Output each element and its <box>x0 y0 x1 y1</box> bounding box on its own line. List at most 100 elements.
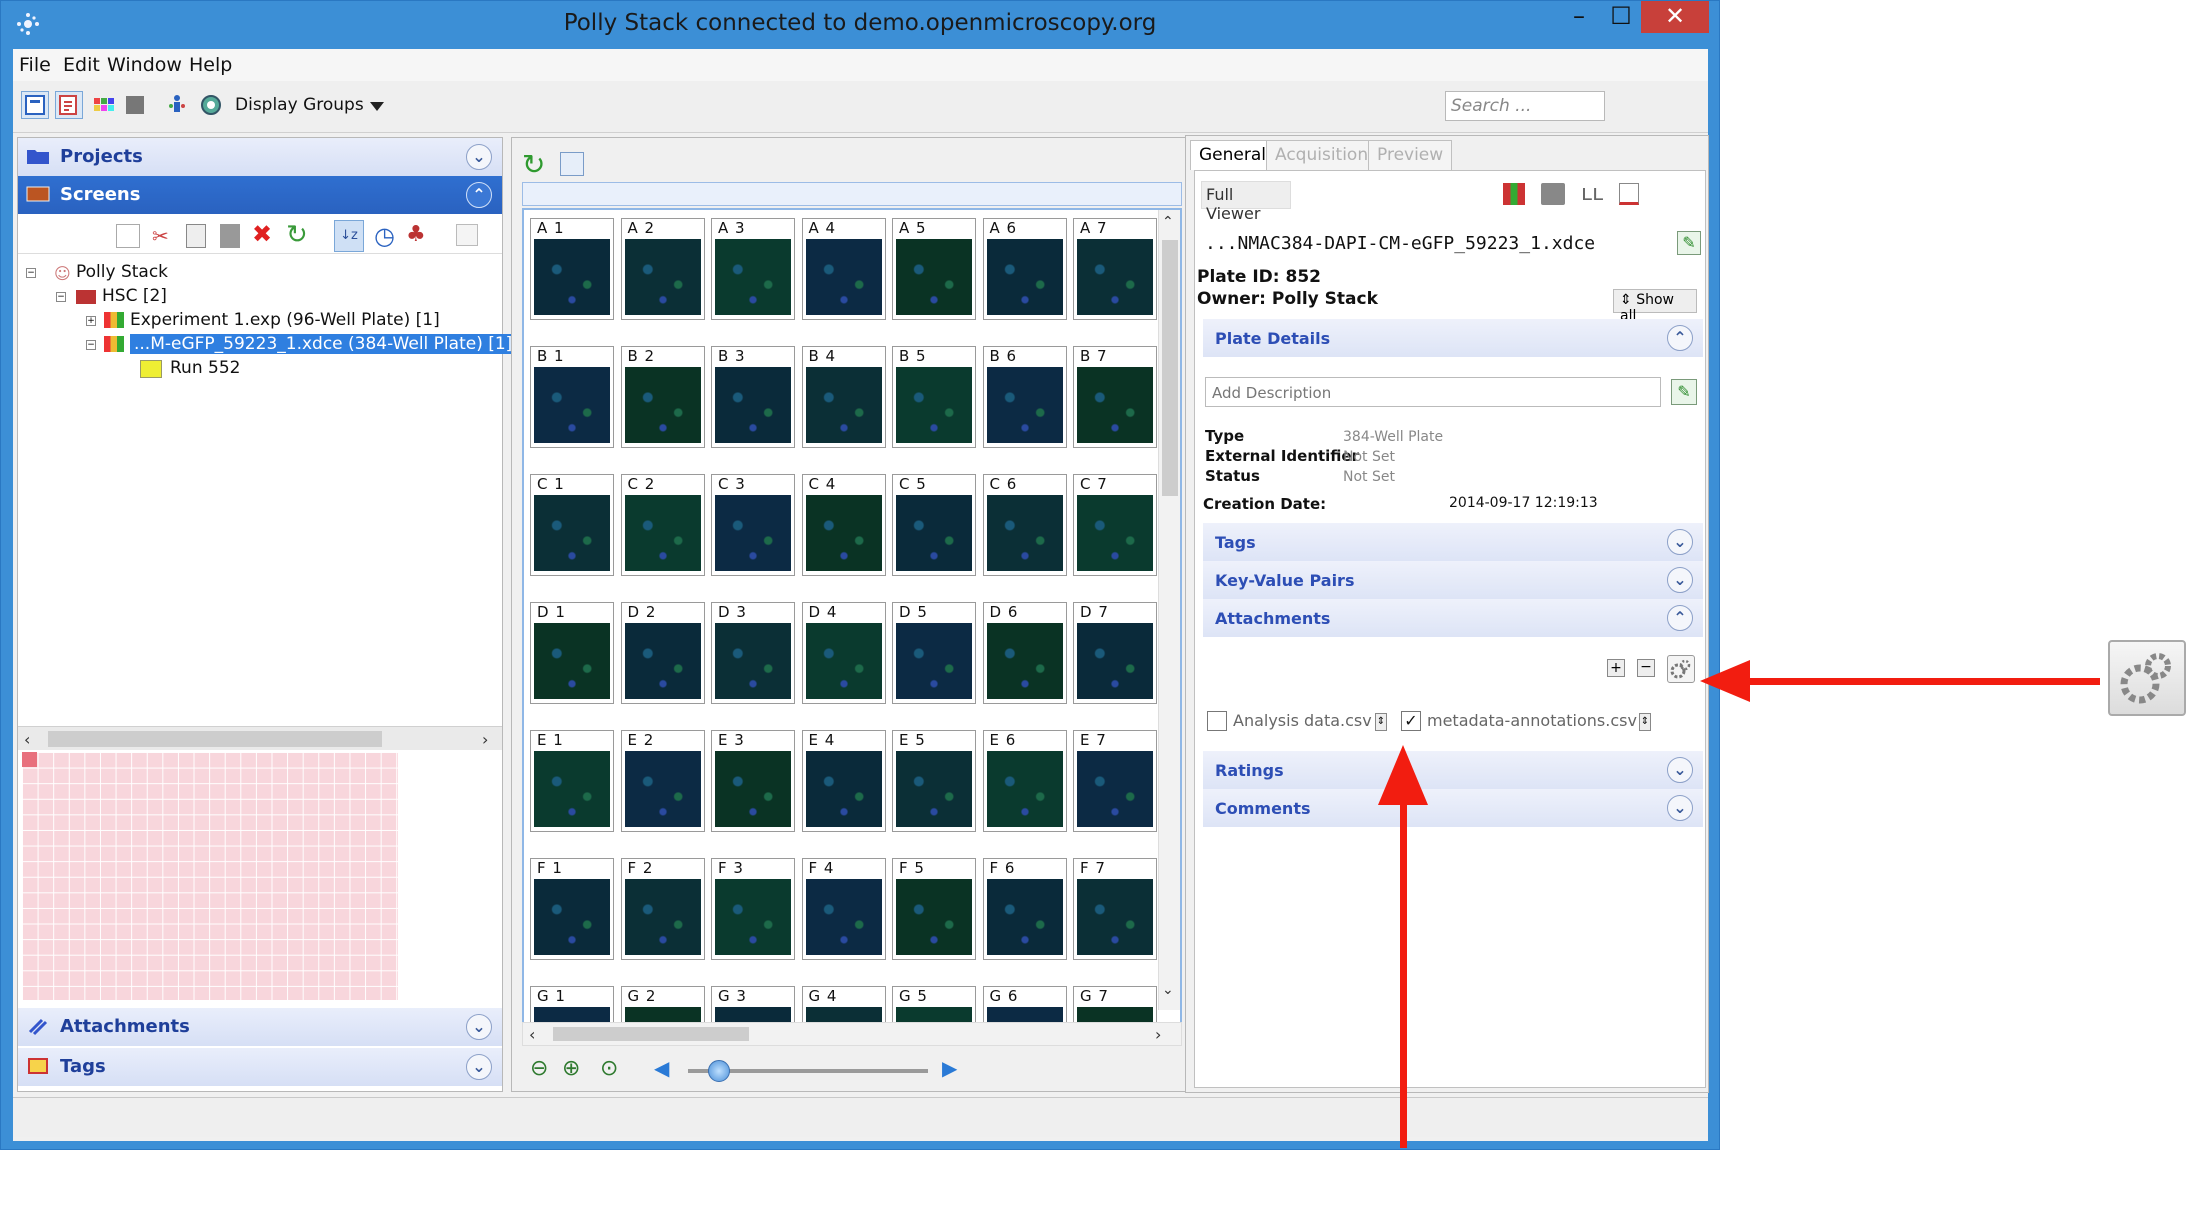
tags-header[interactable]: Tags ⌄ <box>1203 523 1703 561</box>
attachment-file-1[interactable]: Analysis data.csv <box>1233 711 1372 730</box>
users-icon[interactable]: ♣ <box>406 222 426 247</box>
well-E2[interactable]: E 2 <box>620 730 705 832</box>
file-options-icon[interactable]: ⇕ <box>1639 713 1651 731</box>
tree-item-run[interactable]: Run 552 <box>170 358 240 378</box>
export-icon[interactable] <box>1619 183 1639 205</box>
well-F7[interactable]: F 7 <box>1073 858 1157 960</box>
description-field[interactable]: Add Description <box>1205 377 1661 407</box>
display-groups-label[interactable]: Display Groups <box>235 95 364 115</box>
scroll-right-icon[interactable]: › <box>482 730 488 749</box>
chevron-up-icon[interactable]: ⌃ <box>466 182 492 208</box>
well-D4[interactable]: D 4 <box>801 602 886 704</box>
well-B4[interactable]: B 4 <box>801 346 886 448</box>
well-G5[interactable]: G 5 <box>892 986 976 1022</box>
well-A5[interactable]: A 5 <box>892 218 976 320</box>
well-A3[interactable]: A 3 <box>711 218 795 320</box>
well-B1[interactable]: B 1 <box>530 346 614 448</box>
zoom-fit-icon[interactable]: ⊙ <box>600 1056 618 1081</box>
ratings-header[interactable]: Ratings ⌄ <box>1203 751 1703 789</box>
file-options-icon[interactable]: ⇕ <box>1375 713 1387 731</box>
tree-item-screen[interactable]: HSC [2] <box>102 286 167 306</box>
well-G1[interactable]: G 1 <box>530 986 614 1022</box>
chevron-down-icon[interactable]: ⌄ <box>466 1054 492 1080</box>
well-B5[interactable]: B 5 <box>892 346 976 448</box>
scroll-right-icon[interactable]: › <box>1155 1025 1161 1044</box>
well-D7[interactable]: D 7 <box>1073 602 1157 704</box>
comments-header[interactable]: Comments ⌄ <box>1203 789 1703 827</box>
tree-view-icon[interactable] <box>21 91 49 119</box>
well-G7[interactable]: G 7 <box>1073 986 1157 1022</box>
collapse-all-icon[interactable] <box>456 224 478 246</box>
scroll-thumb[interactable] <box>553 1027 749 1041</box>
well-F5[interactable]: F 5 <box>892 858 976 960</box>
remove-attachment-icon[interactable]: − <box>1637 659 1655 677</box>
menu-help[interactable]: Help <box>189 54 232 76</box>
paste-icon[interactable] <box>220 224 240 248</box>
well-C7[interactable]: C 7 <box>1073 474 1157 576</box>
well-B2[interactable]: B 2 <box>620 346 705 448</box>
refresh-icon[interactable]: ↻ <box>522 148 545 181</box>
tree-item-plate-2[interactable]: ...M-eGFP_59223_1.xdce (384-Well Plate) … <box>130 334 517 354</box>
next-icon[interactable]: ▶ <box>942 1056 957 1080</box>
chevron-up-icon[interactable]: ⌃ <box>1667 325 1693 351</box>
scroll-up-icon[interactable]: ⌃ <box>1162 214 1174 230</box>
screens-header[interactable]: Screens ⌃ <box>18 176 502 214</box>
attachment-checkbox-1[interactable] <box>1207 711 1227 731</box>
delete-icon[interactable]: ✖ <box>252 220 272 248</box>
edit-description-icon[interactable]: ✎ <box>1671 379 1697 405</box>
projects-header[interactable]: Projects ⌄ <box>18 138 502 176</box>
well-C1[interactable]: C 1 <box>530 474 614 576</box>
well-B7[interactable]: B 7 <box>1073 346 1157 448</box>
well-A7[interactable]: A 7 <box>1073 218 1157 320</box>
copy-icon[interactable] <box>186 224 206 248</box>
clock-icon[interactable]: ◷ <box>374 222 395 250</box>
well-D1[interactable]: D 1 <box>530 602 614 704</box>
tree-item-plate-1[interactable]: Experiment 1.exp (96-Well Plate) [1] <box>130 310 440 330</box>
well-A1[interactable]: A 1 <box>530 218 614 320</box>
edit-icon[interactable]: ✎ <box>1677 231 1701 255</box>
chart-icon[interactable]: ʟʟ <box>1581 181 1603 206</box>
attachment-file-2[interactable]: metadata-annotations.csv <box>1427 711 1637 730</box>
chevron-down-icon[interactable]: ⌄ <box>1667 567 1693 593</box>
people-icon[interactable] <box>163 91 191 119</box>
well-E4[interactable]: E 4 <box>801 730 886 832</box>
close-button[interactable]: ✕ <box>1641 1 1709 33</box>
show-all-button[interactable]: ⇕ Show all <box>1613 289 1697 324</box>
well-A6[interactable]: A 6 <box>982 218 1067 320</box>
menu-window[interactable]: Window <box>107 54 182 76</box>
chevron-down-icon[interactable]: ⌄ <box>1667 529 1693 555</box>
kv-pairs-header[interactable]: Key-Value Pairs ⌄ <box>1203 561 1703 599</box>
well-G4[interactable]: G 4 <box>801 986 886 1022</box>
full-viewer-button[interactable]: Full Viewer <box>1201 181 1291 223</box>
slider-handle[interactable] <box>708 1060 730 1082</box>
tree-toggle-icon[interactable]: − <box>26 268 36 278</box>
well-C6[interactable]: C 6 <box>982 474 1067 576</box>
search-input[interactable]: Search ... <box>1445 91 1605 121</box>
well-D6[interactable]: D 6 <box>982 602 1067 704</box>
well-E7[interactable]: E 7 <box>1073 730 1157 832</box>
tab-preview[interactable]: Preview <box>1368 140 1453 170</box>
annotations-view-icon[interactable] <box>55 91 83 119</box>
well-C4[interactable]: C 4 <box>801 474 886 576</box>
tree-item-user[interactable]: Polly Stack <box>76 262 168 282</box>
well-F3[interactable]: F 3 <box>711 858 795 960</box>
well-B6[interactable]: B 6 <box>982 346 1067 448</box>
well-G2[interactable]: G 2 <box>620 986 705 1022</box>
scroll-left-icon[interactable]: ‹ <box>24 730 30 749</box>
well-A2[interactable]: A 2 <box>620 218 705 320</box>
cut-icon[interactable]: ✂ <box>152 224 176 248</box>
attachments-header[interactable]: Attachments ⌄ <box>18 1008 502 1046</box>
scroll-thumb[interactable] <box>1162 240 1178 496</box>
chevron-up-icon[interactable]: ⌃ <box>1667 605 1693 631</box>
menu-file[interactable]: File <box>19 54 51 76</box>
well-F4[interactable]: F 4 <box>801 858 886 960</box>
chevron-down-icon[interactable]: ⌄ <box>466 144 492 170</box>
attachment-checkbox-2[interactable]: ✓ <box>1401 711 1421 731</box>
well-B3[interactable]: B 3 <box>711 346 795 448</box>
tab-acquisition[interactable]: Acquisition <box>1266 140 1378 170</box>
well-F6[interactable]: F 6 <box>982 858 1067 960</box>
well-E5[interactable]: E 5 <box>892 730 976 832</box>
new-icon[interactable] <box>116 224 140 248</box>
well-E6[interactable]: E 6 <box>982 730 1067 832</box>
heatmap-icon[interactable] <box>1503 183 1525 205</box>
